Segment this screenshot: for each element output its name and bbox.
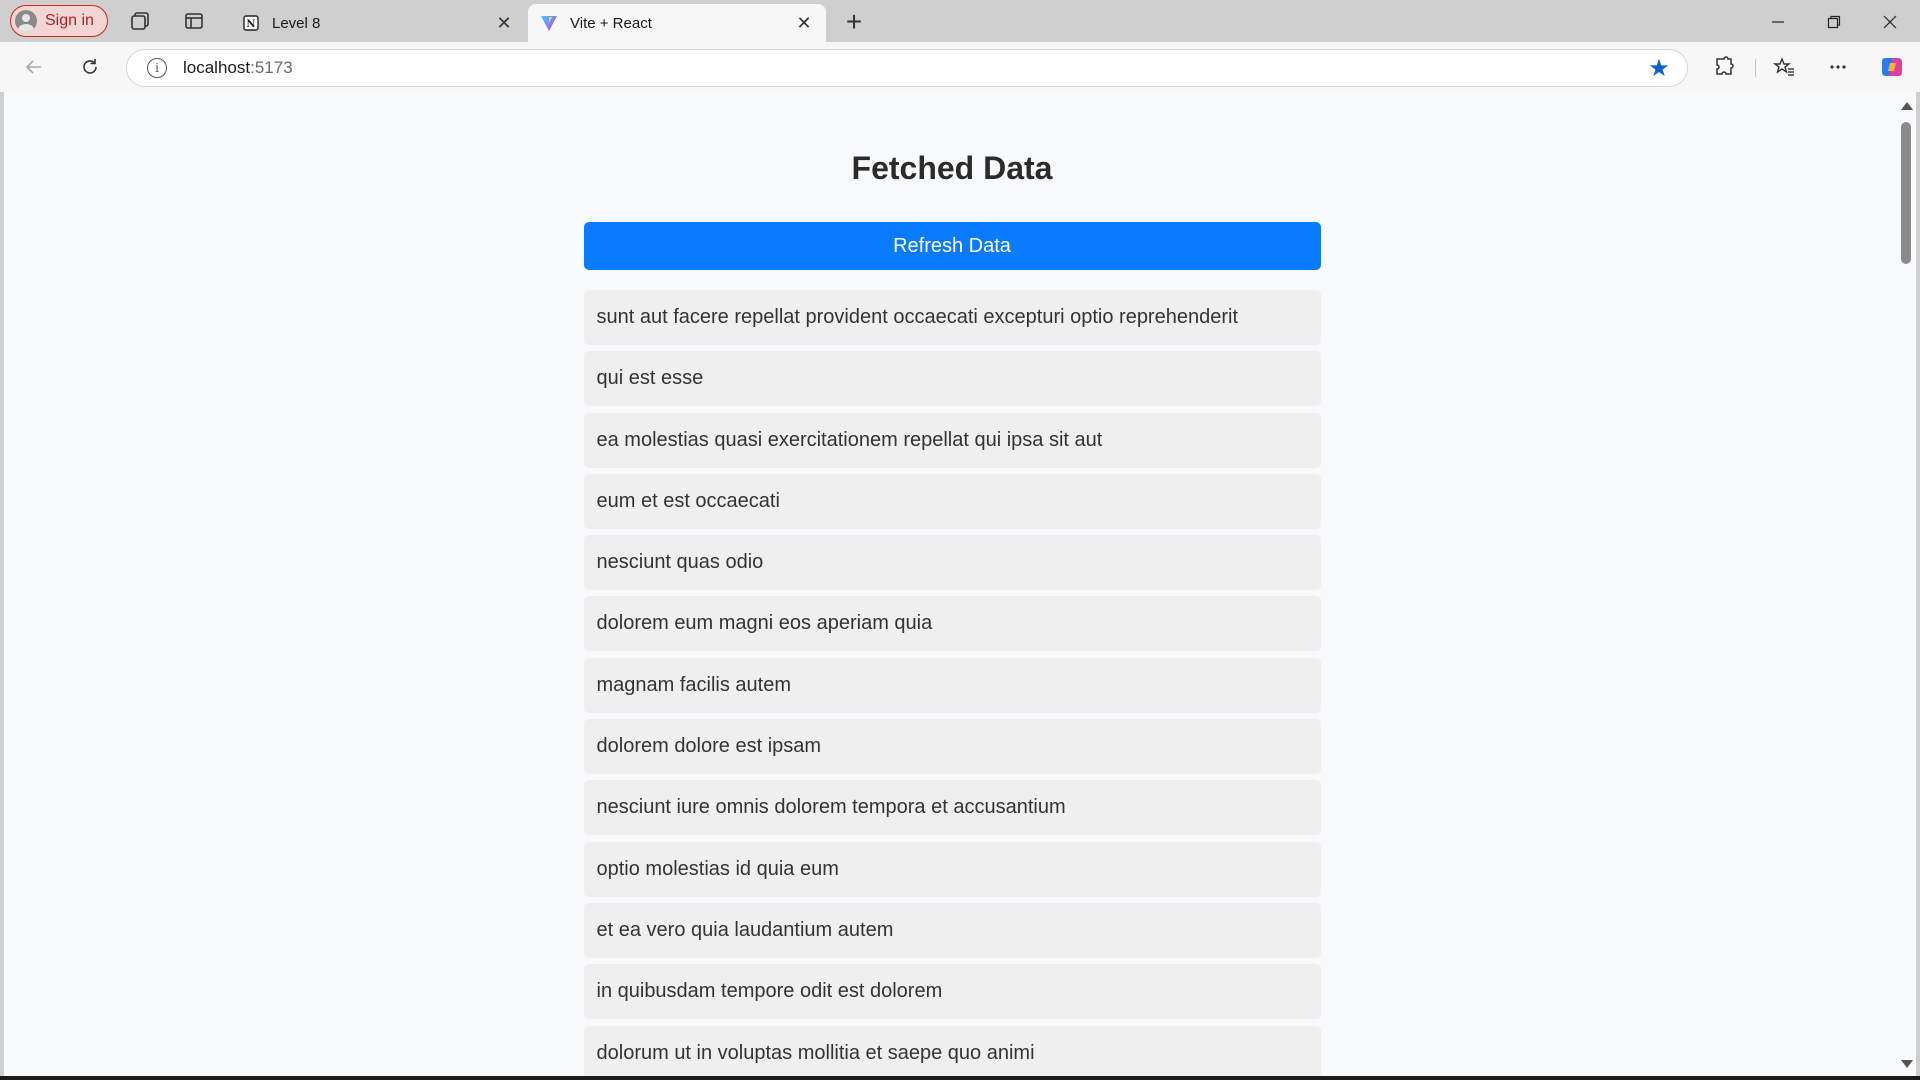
scrollbar-thumb[interactable] (1901, 122, 1911, 264)
list-item: nesciunt iure omnis dolorem tempora et a… (583, 780, 1321, 836)
notion-icon: N (242, 14, 260, 32)
tab-strip: Sign in N Level 8 ✕ Vite + React ✕ + (0, 0, 1920, 42)
url-text: localhost:5173 (183, 58, 1645, 78)
site-info-icon[interactable]: i (147, 58, 167, 78)
address-bar[interactable]: i localhost:5173 ★ (126, 49, 1688, 87)
restore-icon[interactable] (1814, 8, 1854, 36)
more-options-icon[interactable] (1822, 51, 1854, 83)
list-item: ea molestias quasi exercitationem repell… (583, 412, 1321, 468)
extensions-icon[interactable] (1708, 51, 1740, 83)
close-tab-icon[interactable]: ✕ (794, 13, 814, 33)
list-item: in quibusdam tempore odit est dolorem (583, 964, 1321, 1020)
page-scrollbar[interactable] (1896, 92, 1916, 1076)
url-port: :5173 (250, 58, 293, 77)
data-list: sunt aut facere repellat provident occae… (583, 290, 1321, 1076)
list-item: eum et est occaecati (583, 473, 1321, 529)
favorites-icon[interactable] (1768, 51, 1800, 83)
vite-icon (540, 14, 558, 32)
close-window-icon[interactable] (1870, 8, 1910, 36)
window-bottom-edge (0, 1076, 1920, 1080)
sign-in-button[interactable]: Sign in (10, 5, 108, 37)
scroll-down-icon[interactable] (1901, 1060, 1913, 1068)
vertical-tabs-icon[interactable] (182, 9, 206, 33)
refresh-icon[interactable] (74, 51, 106, 83)
minimize-icon[interactable] (1758, 8, 1798, 36)
tab-title: Level 8 (272, 14, 321, 32)
back-icon[interactable] (18, 51, 50, 83)
app-root: Fetched Data Refresh Data sunt aut facer… (4, 92, 1900, 1076)
profile-avatar-icon (15, 10, 37, 32)
close-tab-icon[interactable]: ✕ (494, 13, 514, 33)
tab-title: Vite + React (570, 14, 652, 32)
svg-text:N: N (246, 19, 255, 30)
list-item: dolorem eum magni eos aperiam quia (583, 596, 1321, 652)
list-item: nesciunt quas odio (583, 535, 1321, 591)
refresh-data-button[interactable]: Refresh Data (583, 222, 1321, 270)
list-item: magnam facilis autem (583, 657, 1321, 713)
toolbar-divider (1755, 59, 1756, 77)
new-tab-icon[interactable]: + (840, 6, 868, 37)
page-viewport: Fetched Data Refresh Data sunt aut facer… (4, 92, 1916, 1076)
url-host: localhost (183, 58, 251, 77)
tab-level-8[interactable]: N Level 8 ✕ (230, 4, 526, 42)
list-item: et ea vero quia laudantium autem (583, 902, 1321, 958)
list-item: dolorum ut in voluptas mollitia et saepe… (583, 1025, 1321, 1076)
list-item: optio molestias id quia eum (583, 841, 1321, 897)
tab-vite-react[interactable]: Vite + React ✕ (528, 4, 826, 42)
favorite-star-icon[interactable]: ★ (1645, 54, 1673, 82)
page-title: Fetched Data (851, 150, 1053, 186)
list-item: sunt aut facere repellat provident occae… (583, 290, 1321, 345)
list-item: qui est esse (583, 351, 1321, 407)
list-item: dolorem dolore est ipsam (583, 719, 1321, 775)
copilot-icon[interactable] (1876, 51, 1908, 83)
browser-toolbar: i localhost:5173 ★ (0, 42, 1920, 92)
sign-in-label: Sign in (45, 12, 94, 29)
workspaces-icon[interactable] (128, 9, 152, 33)
scroll-up-icon[interactable] (1901, 102, 1913, 110)
